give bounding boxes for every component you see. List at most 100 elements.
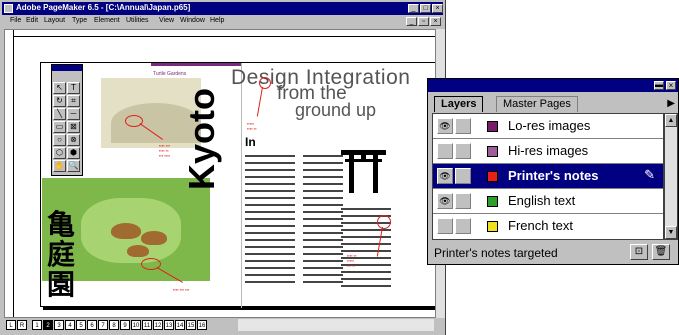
layer-row-french-text[interactable]: French text — [433, 214, 663, 239]
crop-tool-icon[interactable]: ⌗ — [67, 95, 80, 107]
headline-line-3: ground up — [295, 100, 377, 120]
vertical-title-text: Kyoto — [181, 88, 222, 190]
vertical-ruler[interactable] — [5, 30, 14, 317]
lock-toggle[interactable] — [455, 143, 471, 159]
torii-gate-illustration[interactable] — [341, 148, 386, 193]
horizontal-ruler[interactable] — [5, 30, 437, 37]
page-icon-14[interactable]: 14 — [175, 320, 185, 330]
text-column-2[interactable] — [303, 155, 343, 288]
page-icon-11[interactable]: 11 — [142, 320, 152, 330]
menu-edit[interactable]: Edit — [26, 17, 38, 24]
pagemaker-window: Adobe PageMaker 6.5 - [C:\Annual\Japan.p… — [0, 0, 446, 335]
doc-minimize-button[interactable]: _ — [406, 17, 417, 26]
toolbox-titlebar[interactable] — [52, 65, 82, 71]
menu-file[interactable]: File — [10, 17, 21, 24]
layer-name: Printer's notes — [508, 168, 599, 183]
note-circle-1[interactable] — [125, 115, 143, 127]
scroll-up-arrow-icon[interactable]: ▲ — [665, 114, 677, 127]
ellipse-frame-tool-icon[interactable]: ⊗ — [67, 134, 80, 146]
page-icon-3[interactable]: 3 — [54, 320, 64, 330]
turtle-stone-2 — [141, 231, 167, 245]
palette-close-button[interactable]: × — [666, 81, 676, 90]
menu-element[interactable]: Element — [94, 17, 120, 24]
lock-toggle[interactable] — [455, 118, 471, 134]
rotate-tool-icon[interactable]: ↻ — [53, 95, 66, 107]
polygon-frame-tool-icon[interactable]: ⬢ — [67, 147, 80, 159]
doc-close-button[interactable]: × — [430, 17, 441, 26]
page-icon-8[interactable]: 8 — [109, 320, 119, 330]
page-icon-6[interactable]: 6 — [87, 320, 97, 330]
layer-row-lo-res-images[interactable]: 👁 Lo-res images — [433, 114, 663, 139]
menu-type[interactable]: Type — [72, 17, 87, 24]
page-icon-2[interactable]: 2 — [43, 320, 53, 330]
page-icon-5[interactable]: 5 — [76, 320, 86, 330]
page-icon-9[interactable]: 9 — [120, 320, 130, 330]
eye-icon[interactable]: 👁 — [437, 193, 453, 209]
lock-toggle[interactable] — [455, 168, 471, 184]
visibility-toggle[interactable] — [437, 143, 453, 159]
note-circle-3[interactable] — [377, 215, 391, 229]
layers-scrollbar[interactable]: ▲ ▼ — [664, 113, 678, 240]
menu-layout[interactable]: Layout — [44, 17, 65, 24]
page-icon-10[interactable]: 10 — [131, 320, 141, 330]
hand-tool-icon[interactable]: ✋ — [53, 160, 66, 172]
eye-icon[interactable]: 👁 — [437, 168, 453, 184]
ellipse-tool-icon[interactable]: ○ — [53, 134, 66, 146]
rectangle-frame-tool-icon[interactable]: ⊠ — [67, 121, 80, 133]
trash-icon[interactable]: 🗑 — [652, 244, 670, 260]
line-tool-icon[interactable]: ╲ — [53, 108, 66, 120]
layer-row-printers-notes[interactable]: 👁 Printer's notes ✎ — [433, 164, 663, 189]
layer-color-swatch — [487, 196, 498, 207]
page-icon-4[interactable]: 4 — [65, 320, 75, 330]
layer-name: English text — [508, 193, 576, 208]
palette-status-bar: Printer's notes targeted ⊡ 🗑 — [432, 243, 678, 263]
maximize-button[interactable]: □ — [420, 4, 431, 13]
page-icon-15[interactable]: 15 — [186, 320, 196, 330]
palette-collapse-button[interactable]: ▬ — [654, 81, 664, 90]
note-leader-2 — [256, 86, 263, 117]
polygon-tool-icon[interactable]: ⬡ — [53, 147, 66, 159]
scroll-down-arrow-icon[interactable]: ▼ — [665, 226, 677, 239]
layer-name: Hi-res images — [508, 143, 589, 158]
lock-toggle[interactable] — [455, 218, 471, 234]
page-icon-13[interactable]: 13 — [164, 320, 174, 330]
visibility-toggle[interactable] — [437, 218, 453, 234]
text-column-1[interactable] — [245, 155, 295, 288]
page-icon-7[interactable]: 7 — [98, 320, 108, 330]
constrained-line-tool-icon[interactable]: ─ — [67, 108, 80, 120]
master-right-page-icon[interactable]: R — [17, 320, 27, 330]
app-icon[interactable] — [4, 4, 13, 13]
menu-utilities[interactable]: Utilities — [126, 17, 149, 24]
layer-color-swatch — [487, 121, 498, 132]
layer-color-swatch — [487, 171, 498, 182]
lock-toggle[interactable] — [455, 193, 471, 209]
drop-cap: In — [245, 135, 256, 149]
eye-icon[interactable]: 👁 — [437, 118, 453, 134]
rectangle-tool-icon[interactable]: ▭ — [53, 121, 66, 133]
minimize-button[interactable]: _ — [408, 4, 419, 13]
menu-window[interactable]: Window — [180, 17, 205, 24]
document-spread[interactable]: Turtle Gardens Kyoto Design Integration … — [40, 62, 440, 308]
tab-layers[interactable]: Layers — [434, 96, 484, 112]
horizontal-scrollbar[interactable] — [238, 319, 434, 331]
layer-row-english-text[interactable]: 👁 English text — [433, 189, 663, 214]
tab-master-pages[interactable]: Master Pages — [496, 96, 578, 112]
page-spine — [241, 63, 242, 308]
palette-menu-arrow-icon[interactable]: ▶ — [667, 98, 675, 109]
menu-view[interactable]: View — [159, 17, 174, 24]
text-tool-icon[interactable]: T — [67, 82, 80, 94]
page-icon-16[interactable]: 16 — [197, 320, 207, 330]
pointer-tool-icon[interactable]: ↖ — [53, 82, 66, 94]
doc-restore-button[interactable]: ▫ — [418, 17, 429, 26]
new-layer-icon[interactable]: ⊡ — [630, 244, 648, 260]
palette-titlebar[interactable]: ▬ × — [428, 79, 678, 92]
zoom-tool-icon[interactable]: 🔍 — [67, 160, 80, 172]
close-button[interactable]: × — [432, 4, 443, 13]
layer-row-hi-res-images[interactable]: Hi-res images — [433, 139, 663, 164]
master-left-page-icon[interactable]: L — [6, 320, 16, 330]
menu-help[interactable]: Help — [210, 17, 224, 24]
page-icon-12[interactable]: 12 — [153, 320, 163, 330]
page-icon-1[interactable]: 1 — [32, 320, 42, 330]
window-titlebar[interactable]: Adobe PageMaker 6.5 - [C:\Annual\Japan.p… — [2, 2, 443, 15]
toolbox-palette[interactable]: ↖ T ↻ ⌗ ╲ ─ ▭ ⊠ ○ ⊗ ⬡ ⬢ ✋ 🔍 — [51, 64, 83, 176]
